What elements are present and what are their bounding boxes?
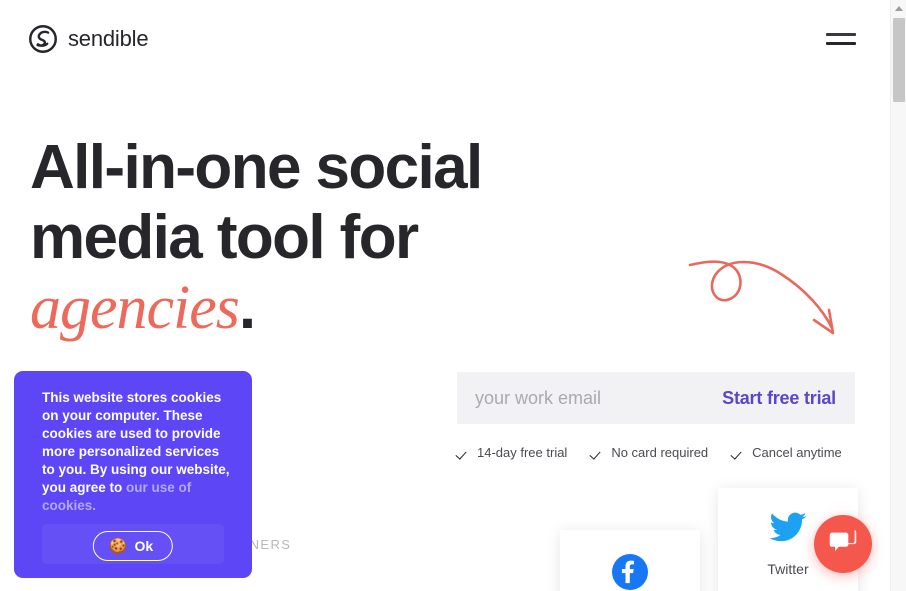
perk-label: 14-day free trial	[477, 445, 568, 460]
check-icon	[732, 446, 745, 459]
email-field[interactable]	[475, 372, 695, 424]
cookie-banner-text: This website stores cookies on your comp…	[42, 389, 230, 515]
perk-item: No card required	[591, 445, 708, 460]
perk-item: 14-day free trial	[457, 445, 567, 460]
hero-title-period: .	[238, 273, 256, 342]
signup-perks: 14-day free trial No card required Cance…	[457, 445, 842, 460]
menu-line-2	[826, 42, 856, 45]
social-card-label: Twitter	[767, 561, 809, 577]
page-title: All-in-one social media tool for agencie…	[30, 133, 570, 343]
curved-arrow-doodle-icon	[686, 248, 852, 348]
perk-label: Cancel anytime	[752, 445, 842, 460]
social-card-facebook[interactable]	[560, 530, 700, 591]
start-free-trial-button[interactable]: Start free trial	[722, 388, 836, 409]
hamburger-menu-icon[interactable]	[826, 26, 860, 52]
check-icon	[457, 446, 470, 459]
facebook-icon	[612, 554, 648, 591]
cookie-consent-banner: This website stores cookies on your comp…	[14, 371, 252, 578]
hero-title-line-2: media tool for	[30, 203, 419, 272]
sendible-circle-logo-icon	[28, 24, 58, 54]
scrollbar-thumb[interactable]	[893, 18, 905, 102]
cookie-accept-button[interactable]: 🍪 Ok	[92, 531, 174, 561]
menu-line-1	[826, 33, 856, 36]
hero-title-line-1: All-in-one social	[30, 133, 483, 202]
scroll-up-arrow-icon[interactable]	[891, 0, 906, 16]
chat-widget-button[interactable]	[814, 515, 872, 573]
perk-item: Cancel anytime	[732, 445, 842, 460]
brand-logo[interactable]: sendible	[28, 24, 149, 54]
perk-label: No card required	[611, 445, 709, 460]
page-canvas: sendible All-in-one social media tool fo…	[0, 0, 890, 591]
check-icon	[591, 446, 604, 459]
cookie-icon: 🍪	[108, 537, 128, 555]
signup-form: Start free trial	[457, 372, 855, 424]
site-header: sendible	[0, 0, 890, 78]
brand-name: sendible	[68, 26, 149, 51]
vertical-scrollbar[interactable]	[890, 0, 906, 591]
twitter-bird-icon	[769, 512, 807, 549]
chat-bubbles-icon	[828, 528, 858, 560]
hero-title-accent: agencies	[30, 274, 240, 342]
cookie-accept-label: Ok	[134, 538, 154, 554]
